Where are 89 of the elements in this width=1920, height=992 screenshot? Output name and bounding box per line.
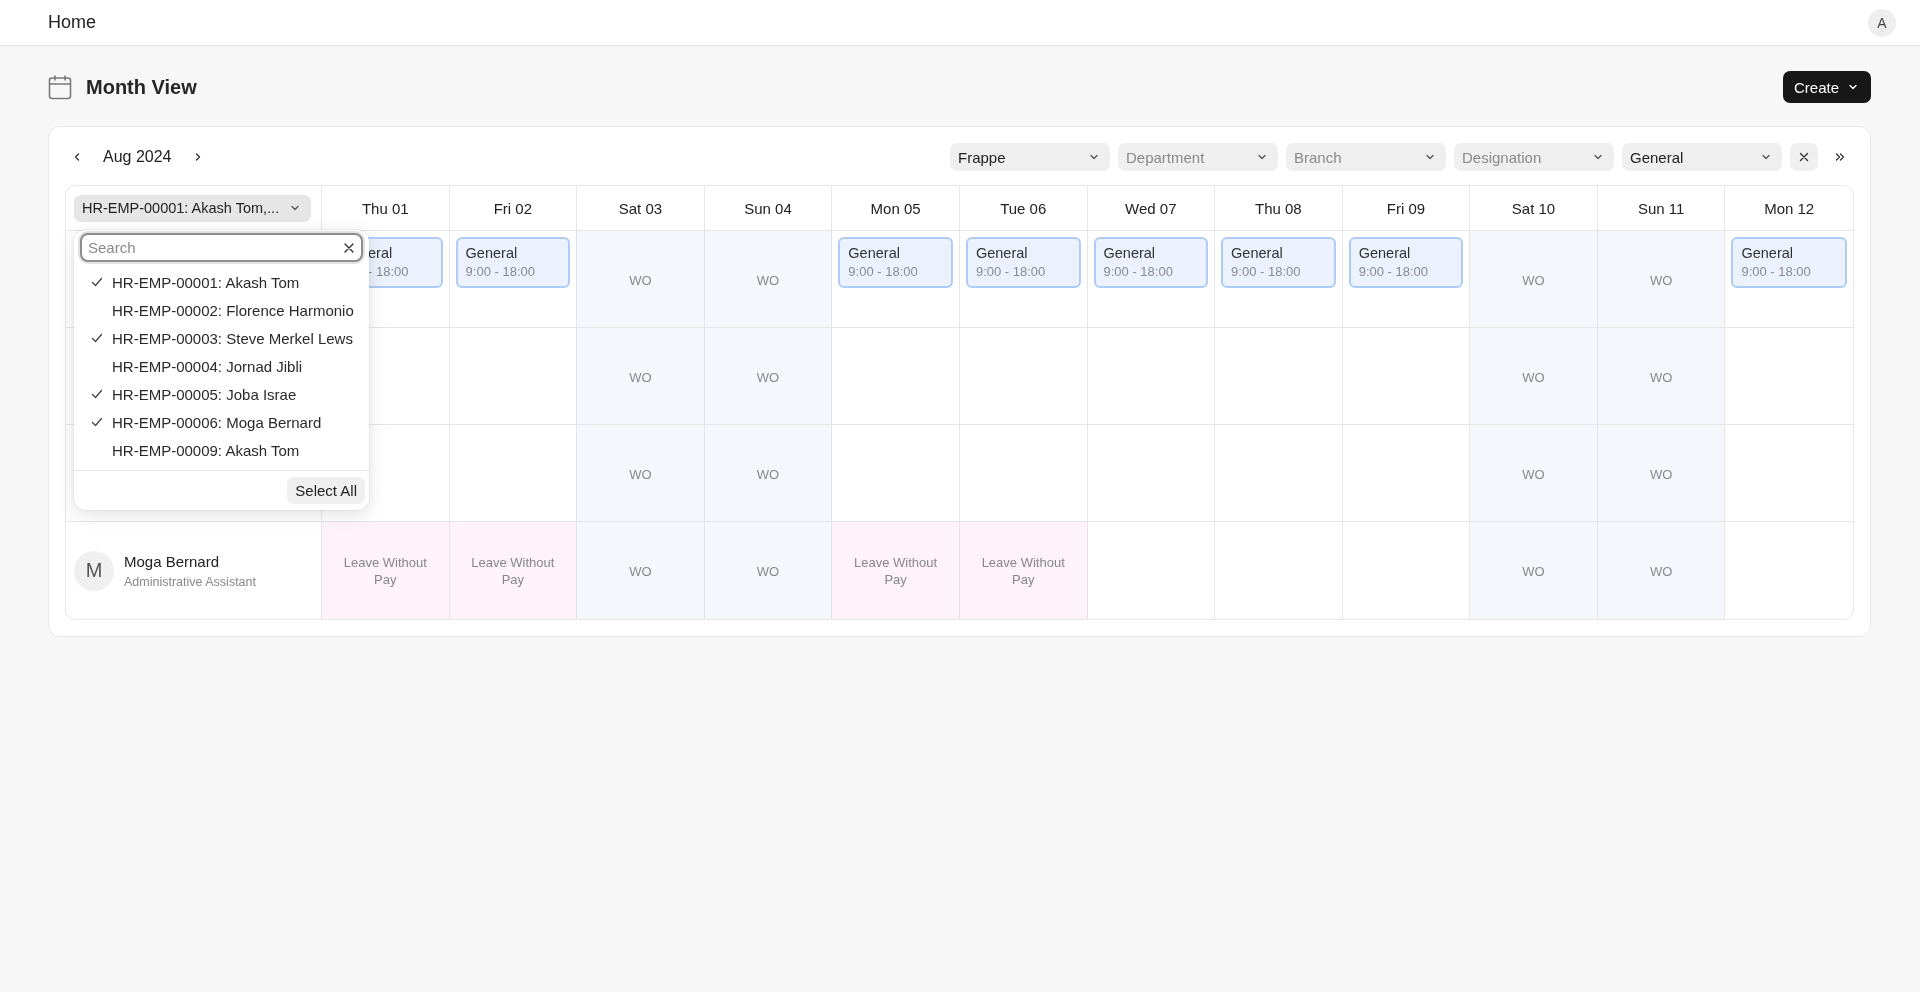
- shift-time: 9:00 - 18:00: [465, 264, 536, 279]
- employee-avatar: M: [74, 550, 114, 591]
- day-header: Mon 05: [832, 186, 960, 231]
- double-chevron-right-icon: [1834, 151, 1846, 163]
- weekly-off-label: WO: [1522, 368, 1545, 386]
- shift-name: General: [465, 245, 519, 261]
- calendar-cell[interactable]: [1087, 425, 1216, 522]
- check-icon: [90, 275, 104, 289]
- shift-time: 9:00 - 18:00: [1358, 264, 1430, 279]
- employee-select[interactable]: HR-EMP-00001: Akash Tom,...: [74, 194, 312, 222]
- shift-card[interactable]: General 9:00 - 18:00: [1348, 237, 1464, 288]
- shift-card[interactable]: General 9:00 - 18:00: [965, 237, 1081, 288]
- calendar-cell[interactable]: General 9:00 - 18:00: [832, 231, 960, 328]
- employee-name: Moga Bernard: [124, 552, 221, 570]
- calendar-cell[interactable]: [1087, 328, 1216, 425]
- month-label: Aug 2024: [102, 148, 173, 166]
- shift-name: eral: [368, 245, 394, 261]
- shift-card[interactable]: General 9:00 - 18:00: [838, 237, 953, 288]
- calendar-cell[interactable]: [1215, 425, 1343, 522]
- calendar-cell[interactable]: General 9:00 - 18:00: [449, 231, 578, 328]
- shift-time: 9:00 - 18:00: [848, 264, 919, 279]
- shift-name: General: [1741, 245, 1794, 261]
- weekly-off-label: WO: [756, 563, 780, 580]
- breadcrumb-link[interactable]: Home: [48, 12, 96, 33]
- shift-name: General: [1231, 245, 1284, 261]
- shift-time: 9:00 - 18:00: [1231, 264, 1302, 279]
- weekly-off-label: WO: [1522, 271, 1545, 289]
- shift-time: - 18:00: [368, 264, 410, 279]
- calendar-cell[interactable]: General 9:00 - 18:00: [1215, 231, 1343, 328]
- calendar-cell[interactable]: [832, 328, 960, 425]
- leave-label: Leave Without Pay: [853, 553, 939, 588]
- weekly-off-label: WO: [629, 563, 652, 580]
- shift-card[interactable]: General 9:00 - 18:00: [1731, 237, 1847, 288]
- weekly-off-label: WO: [1522, 465, 1545, 483]
- clear-filters-button[interactable]: [1790, 143, 1818, 171]
- shift-name: General: [975, 245, 1029, 261]
- calendar-icon: [48, 74, 72, 100]
- day-header: Mon 12: [1725, 186, 1853, 231]
- weekly-off-label: WO: [629, 368, 652, 386]
- shift-card[interactable]: General 9:00 - 18:00: [1221, 237, 1336, 288]
- calendar-cell[interactable]: [959, 328, 1088, 425]
- shift-name: General: [848, 245, 901, 261]
- employee-option[interactable]: HR-EMP-00009: Akash Tom: [74, 436, 369, 464]
- check-icon: [90, 331, 104, 345]
- page-title: Month View: [86, 75, 197, 99]
- filter-select[interactable]: General: [1622, 143, 1782, 171]
- employee-designation: Administrative Assistant: [124, 574, 256, 589]
- leave-label: Leave Without Pay: [980, 553, 1066, 588]
- weekly-off-label: WO: [756, 465, 780, 483]
- calendar-cell[interactable]: [1215, 328, 1343, 425]
- close-icon: [1798, 151, 1810, 163]
- calendar-cell[interactable]: General 9:00 - 18:00: [959, 231, 1088, 328]
- shift-card[interactable]: General 9:00 - 18:00: [1093, 237, 1209, 288]
- shift-time: 9:00 - 18:00: [1103, 264, 1174, 279]
- weekly-off-label: WO: [756, 271, 780, 289]
- calendar-cell[interactable]: General 9:00 - 18:00: [1087, 231, 1216, 328]
- day-header: Tue 06: [959, 186, 1088, 231]
- weekly-off-label: WO: [1649, 368, 1673, 386]
- employee-option[interactable]: HR-EMP-00004: Jornad Jibli: [74, 352, 369, 380]
- shift-name: General: [1358, 245, 1412, 261]
- shift-name: General: [1103, 245, 1157, 261]
- weekly-off-label: WO: [1522, 563, 1545, 580]
- day-header: Fri 09: [1342, 186, 1471, 231]
- shift-card[interactable]: General 9:00 - 18:00: [455, 237, 571, 288]
- clear-search-icon[interactable]: [343, 242, 355, 254]
- create-button[interactable]: Create: [1782, 71, 1871, 103]
- weekly-off-label: WO: [629, 271, 652, 289]
- weekly-off-label: WO: [756, 368, 780, 386]
- employee-option[interactable]: HR-EMP-00005: Joba Israe: [74, 380, 369, 408]
- weekly-off-label: WO: [1649, 563, 1673, 580]
- day-header: Fri 02: [449, 186, 578, 231]
- filter-select[interactable]: Frappe: [950, 143, 1110, 171]
- check-icon: [90, 415, 104, 429]
- search-field[interactable]: Search: [80, 233, 363, 262]
- calendar-cell[interactable]: General 9:00 - 18:00: [1342, 231, 1471, 328]
- weekly-off-label: WO: [1649, 465, 1673, 483]
- calendar-cell[interactable]: General 9:00 - 18:00: [1725, 231, 1853, 328]
- leave-label: Leave Without Pay: [342, 553, 428, 588]
- user-avatar[interactable]: A: [1868, 8, 1896, 37]
- leave-label: Leave Without Pay: [470, 553, 556, 588]
- shift-time: 9:00 - 18:00: [1741, 264, 1812, 279]
- shift-time: 9:00 - 18:00: [975, 264, 1047, 279]
- day-header: Thu 08: [1215, 186, 1343, 231]
- weekly-off-label: WO: [1649, 271, 1673, 289]
- select-all-button[interactable]: Select All: [287, 477, 365, 504]
- employee-option[interactable]: HR-EMP-00006: Moga Bernard: [74, 408, 369, 436]
- check-icon: [90, 387, 104, 401]
- day-header: Wed 07: [1087, 186, 1216, 231]
- weekly-off-label: WO: [629, 465, 652, 483]
